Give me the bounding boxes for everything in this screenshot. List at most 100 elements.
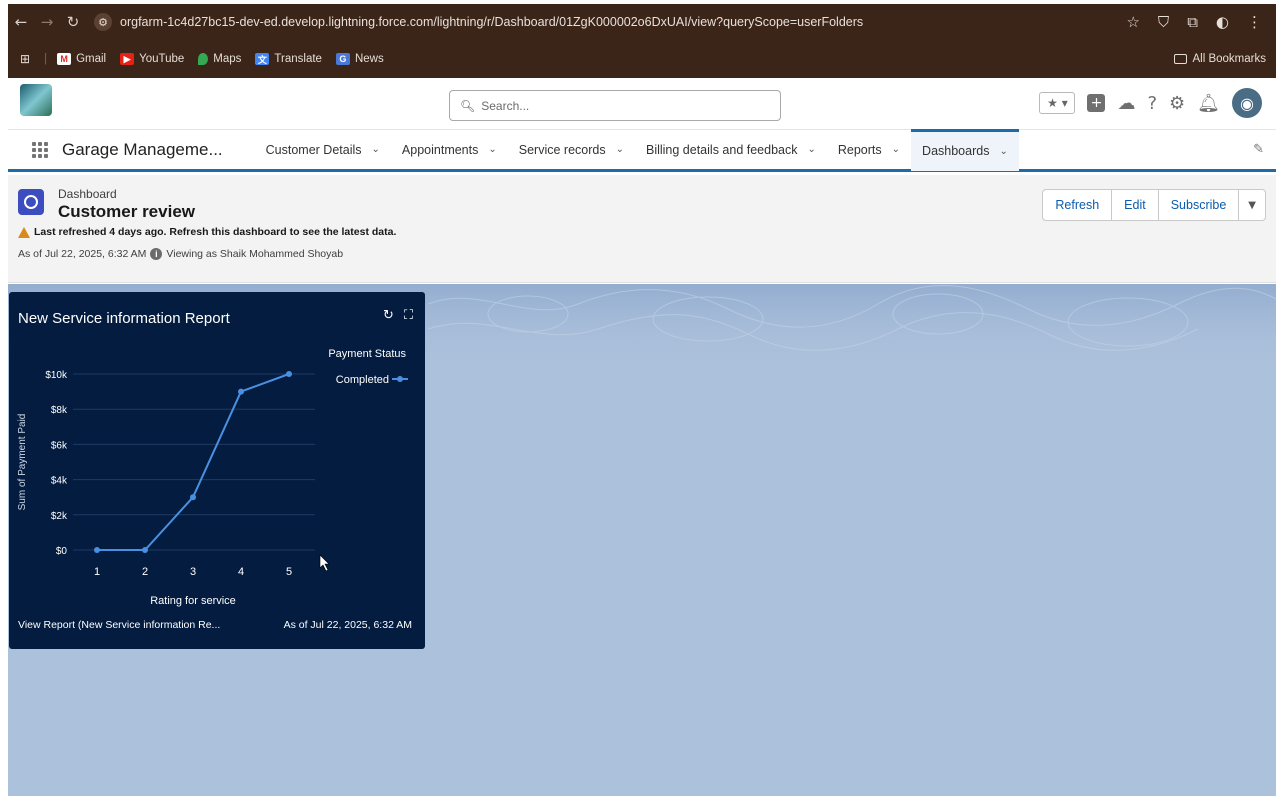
extensions-puzzle-icon[interactable]: ⧉: [1187, 13, 1198, 31]
favorites-button[interactable]: ★ ▾: [1039, 92, 1076, 114]
apps-grid-icon[interactable]: ⊞: [20, 52, 30, 66]
tab-label: Service records: [518, 142, 606, 157]
y-axis-label: Sum of Payment Paid: [17, 414, 28, 511]
bookmark-label: News: [354, 53, 384, 65]
y-tick-label: $0: [56, 546, 68, 557]
more-actions-dropdown[interactable]: ▼: [1238, 189, 1266, 221]
site-info-icon[interactable]: ⚙: [94, 13, 112, 31]
tab-dashboards[interactable]: Dashboards ⌄: [911, 128, 1019, 171]
dashboard-icon: [18, 189, 44, 215]
profile-icon[interactable]: ◐: [1216, 13, 1229, 31]
x-tick-label: 2: [142, 566, 148, 578]
back-icon[interactable]: ←: [8, 13, 34, 31]
y-tick-label: $2k: [51, 511, 68, 522]
search-icon: 🔍︎: [460, 98, 476, 113]
bookmark-gmail[interactable]: M Gmail: [57, 53, 106, 65]
line-chart: $0 $2k $4k $6k $8k $10k 1 2 3 4 5 Sum of Payment …: [17, 348, 408, 607]
widget-as-of: As of Jul 22, 2025, 6:32 AM: [283, 619, 412, 631]
refresh-button[interactable]: Refresh: [1042, 189, 1113, 221]
chevron-down-icon[interactable]: ⌄: [616, 144, 624, 155]
y-tick-label: $10k: [45, 370, 68, 381]
app-nav-bar: Garage Manageme... Customer Details ⌄ App…: [8, 128, 1276, 172]
youtube-icon: ▶: [120, 53, 135, 65]
x-axis-label: Rating for service: [150, 595, 236, 607]
as-of-line: As of Jul 22, 2025, 6:32 AM i Viewing as S…: [18, 248, 343, 260]
address-bar[interactable]: ⚙ orgfarm-1c4d27bc15-dev-ed.develop.ligh…: [94, 13, 863, 31]
data-point[interactable]: [190, 494, 196, 501]
menu-kebab-icon[interactable]: ⋮: [1247, 13, 1262, 31]
data-point[interactable]: [238, 388, 244, 395]
forward-icon[interactable]: →: [34, 13, 60, 31]
edit-button[interactable]: Edit: [1111, 189, 1159, 221]
series-line-completed: [97, 373, 290, 551]
bookmark-label: Maps: [213, 53, 242, 65]
browser-toolbar: ← → ↻ ⚙ orgfarm-1c4d27bc15-dev-ed.develo…: [8, 4, 1276, 40]
setup-gear-icon[interactable]: ⚙: [1169, 93, 1185, 114]
global-header: 🔍︎ Search... ★ ▾ + ☁ ? ⚙ 🔔︎ ◉: [8, 78, 1276, 130]
chevron-down-icon[interactable]: ⌄: [999, 146, 1007, 157]
all-bookmarks-label: All Bookmarks: [1192, 53, 1267, 65]
refresh-warning: Last refreshed 4 days ago. Refresh this …: [18, 226, 396, 238]
chart-widget: New Service information Report ↻ ⛶ $0 $2k…: [9, 292, 425, 649]
notifications-bell-icon[interactable]: 🔔︎: [1197, 93, 1220, 114]
search-placeholder: Search...: [481, 98, 530, 113]
as-of-text: As of Jul 22, 2025, 6:32 AM: [18, 248, 147, 260]
info-icon[interactable]: i: [150, 248, 163, 260]
bookmark-star-icon[interactable]: ☆: [1126, 13, 1139, 31]
y-tick-label: $6k: [51, 440, 68, 451]
extension-shield-icon[interactable]: ⛉: [1158, 13, 1169, 31]
chevron-down-icon[interactable]: ⌄: [892, 144, 900, 155]
maps-icon: [198, 53, 209, 65]
tab-label: Reports: [837, 142, 882, 157]
legend-title: Payment Status: [328, 348, 406, 360]
tab-label: Customer Details: [265, 142, 362, 157]
subscribe-button[interactable]: Subscribe: [1157, 189, 1240, 221]
x-tick-label: 5: [286, 566, 292, 578]
global-actions-plus-icon[interactable]: +: [1087, 94, 1106, 112]
legend-entry-completed[interactable]: Completed: [336, 374, 389, 386]
translate-icon: 文: [255, 53, 270, 65]
view-report-link[interactable]: View Report (New Service information Re.…: [18, 619, 220, 631]
record-type-label: Dashboard: [58, 187, 117, 201]
chevron-down-icon[interactable]: ⌄: [372, 144, 380, 155]
bookmark-label: YouTube: [139, 53, 185, 65]
tab-appointments[interactable]: Appointments ⌄: [391, 130, 508, 169]
chevron-down-icon[interactable]: ⌄: [807, 144, 815, 155]
viewing-as-text: Viewing as Shaik Mohammed Shoyab: [166, 248, 344, 260]
bookmark-youtube[interactable]: ▶ YouTube: [120, 53, 184, 65]
user-avatar[interactable]: ◉: [1232, 88, 1262, 118]
screen: ← → ↻ ⚙ orgfarm-1c4d27bc15-dev-ed.develo…: [0, 0, 1279, 796]
tab-label: Billing details and feedback: [645, 142, 798, 157]
org-logo[interactable]: [20, 84, 52, 116]
edit-nav-pencil-icon[interactable]: ✎: [1253, 142, 1264, 157]
gmail-icon: M: [57, 53, 72, 65]
y-tick-label: $8k: [51, 405, 68, 416]
tab-service-records[interactable]: Service records ⌄: [508, 130, 635, 169]
help-icon[interactable]: ?: [1147, 93, 1157, 114]
tab-label: Dashboards: [922, 144, 990, 158]
tab-billing-details[interactable]: Billing details and feedback ⌄: [635, 130, 827, 169]
chevron-down-icon[interactable]: ⌄: [488, 144, 496, 155]
bookmark-maps[interactable]: Maps: [198, 53, 241, 65]
global-search-input[interactable]: 🔍︎ Search...: [449, 90, 781, 121]
url-text: orgfarm-1c4d27bc15-dev-ed.develop.lightn…: [120, 15, 864, 29]
x-tick-label: 1: [94, 566, 100, 578]
tab-reports[interactable]: Reports ⌄: [827, 130, 911, 169]
data-point[interactable]: [142, 547, 148, 553]
x-tick-label: 4: [238, 566, 244, 578]
bookmark-translate[interactable]: 文 Translate: [255, 53, 322, 65]
news-icon: G: [335, 53, 350, 65]
data-point[interactable]: [286, 371, 292, 377]
folder-icon: [1173, 54, 1187, 64]
dashboard-title: Customer review: [58, 202, 195, 221]
app-name: Garage Manageme...: [62, 139, 223, 159]
all-bookmarks[interactable]: All Bookmarks: [1173, 53, 1267, 65]
data-point[interactable]: [94, 547, 100, 553]
bookmark-news[interactable]: G News: [335, 53, 384, 65]
bookmark-label: Translate: [274, 53, 322, 65]
reload-icon[interactable]: ↻: [60, 13, 86, 31]
tab-customer-details[interactable]: Customer Details ⌄: [255, 130, 391, 169]
bookmarks-divider: |: [44, 53, 48, 65]
trailhead-icon[interactable]: ☁: [1117, 93, 1135, 114]
app-launcher-icon[interactable]: [32, 141, 48, 158]
